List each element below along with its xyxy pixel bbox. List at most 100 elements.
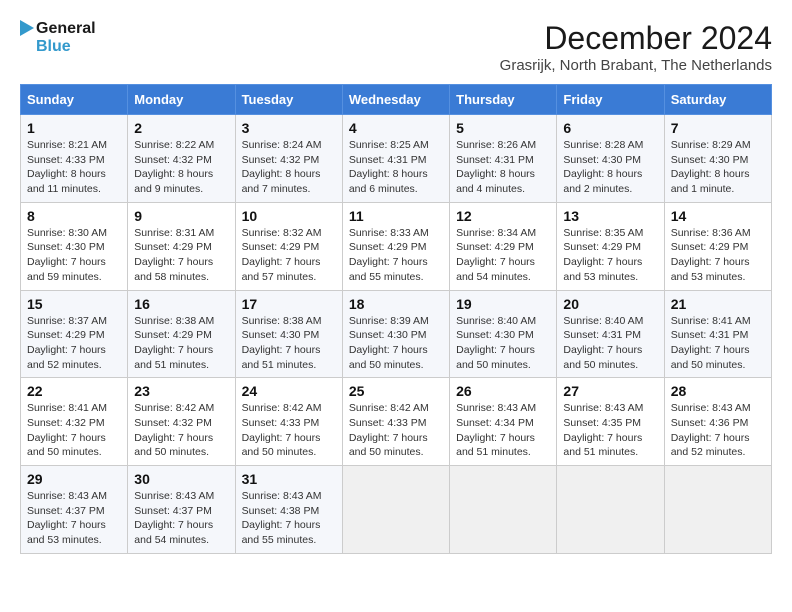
day-number: 21 <box>671 296 765 312</box>
logo-icon <box>20 20 34 56</box>
day-number: 6 <box>563 120 657 136</box>
cell-info: Sunrise: 8:42 AM Sunset: 4:33 PM Dayligh… <box>349 401 443 460</box>
day-number: 17 <box>242 296 336 312</box>
cell-info: Sunrise: 8:38 AM Sunset: 4:29 PM Dayligh… <box>134 314 228 373</box>
cell-info: Sunrise: 8:31 AM Sunset: 4:29 PM Dayligh… <box>134 226 228 285</box>
calendar-cell <box>342 466 449 554</box>
calendar-cell: 30 Sunrise: 8:43 AM Sunset: 4:37 PM Dayli… <box>128 466 235 554</box>
logo-general: General <box>36 20 96 38</box>
cell-info: Sunrise: 8:32 AM Sunset: 4:29 PM Dayligh… <box>242 226 336 285</box>
day-number: 26 <box>456 383 550 399</box>
calendar-week-row: 15 Sunrise: 8:37 AM Sunset: 4:29 PM Dayli… <box>21 290 772 378</box>
cell-info: Sunrise: 8:39 AM Sunset: 4:30 PM Dayligh… <box>349 314 443 373</box>
day-number: 4 <box>349 120 443 136</box>
page-header: General Blue December 2024 Grasrijk, Nor… <box>20 20 772 74</box>
day-number: 28 <box>671 383 765 399</box>
cell-info: Sunrise: 8:21 AM Sunset: 4:33 PM Dayligh… <box>27 138 121 197</box>
calendar-cell: 6 Sunrise: 8:28 AM Sunset: 4:30 PM Daylig… <box>557 115 664 203</box>
day-number: 7 <box>671 120 765 136</box>
calendar-cell: 25 Sunrise: 8:42 AM Sunset: 4:33 PM Dayli… <box>342 378 449 466</box>
cell-info: Sunrise: 8:37 AM Sunset: 4:29 PM Dayligh… <box>27 314 121 373</box>
calendar-cell: 3 Sunrise: 8:24 AM Sunset: 4:32 PM Daylig… <box>235 115 342 203</box>
calendar-cell: 28 Sunrise: 8:43 AM Sunset: 4:36 PM Dayli… <box>664 378 771 466</box>
calendar-week-row: 22Sunrise: 8:41 AM Sunset: 4:32 PM Dayli… <box>21 378 772 466</box>
cell-info: Sunrise: 8:26 AM Sunset: 4:31 PM Dayligh… <box>456 138 550 197</box>
calendar-cell <box>557 466 664 554</box>
day-number: 24 <box>242 383 336 399</box>
calendar-cell: 31 Sunrise: 8:43 AM Sunset: 4:38 PM Dayli… <box>235 466 342 554</box>
calendar-cell: 24 Sunrise: 8:42 AM Sunset: 4:33 PM Dayli… <box>235 378 342 466</box>
month-title: December 2024 <box>500 20 772 57</box>
cell-info: Sunrise: 8:42 AM Sunset: 4:32 PM Dayligh… <box>134 401 228 460</box>
cell-info: Sunrise: 8:38 AM Sunset: 4:30 PM Dayligh… <box>242 314 336 373</box>
day-number: 15 <box>27 296 121 312</box>
calendar-week-row: 1Sunrise: 8:21 AM Sunset: 4:33 PM Daylig… <box>21 115 772 203</box>
calendar-table: Sunday Monday Tuesday Wednesday Thursday… <box>20 84 772 554</box>
cell-info: Sunrise: 8:43 AM Sunset: 4:38 PM Dayligh… <box>242 489 336 548</box>
cell-info: Sunrise: 8:33 AM Sunset: 4:29 PM Dayligh… <box>349 226 443 285</box>
cell-info: Sunrise: 8:34 AM Sunset: 4:29 PM Dayligh… <box>456 226 550 285</box>
day-number: 3 <box>242 120 336 136</box>
cell-info: Sunrise: 8:41 AM Sunset: 4:31 PM Dayligh… <box>671 314 765 373</box>
calendar-cell: 7 Sunrise: 8:29 AM Sunset: 4:30 PM Daylig… <box>664 115 771 203</box>
cell-info: Sunrise: 8:40 AM Sunset: 4:30 PM Dayligh… <box>456 314 550 373</box>
calendar-week-row: 8 Sunrise: 8:30 AM Sunset: 4:30 PM Daylig… <box>21 202 772 290</box>
cell-info: Sunrise: 8:41 AM Sunset: 4:32 PM Dayligh… <box>27 401 121 460</box>
day-number: 8 <box>27 208 121 224</box>
header-monday: Monday <box>128 85 235 115</box>
cell-info: Sunrise: 8:43 AM Sunset: 4:37 PM Dayligh… <box>134 489 228 548</box>
day-number: 31 <box>242 471 336 487</box>
calendar-cell: 17 Sunrise: 8:38 AM Sunset: 4:30 PM Dayli… <box>235 290 342 378</box>
calendar-cell: 9 Sunrise: 8:31 AM Sunset: 4:29 PM Daylig… <box>128 202 235 290</box>
cell-info: Sunrise: 8:25 AM Sunset: 4:31 PM Dayligh… <box>349 138 443 197</box>
calendar-cell: 8 Sunrise: 8:30 AM Sunset: 4:30 PM Daylig… <box>21 202 128 290</box>
calendar-cell: 19 Sunrise: 8:40 AM Sunset: 4:30 PM Dayli… <box>450 290 557 378</box>
calendar-cell: 18 Sunrise: 8:39 AM Sunset: 4:30 PM Dayli… <box>342 290 449 378</box>
day-number: 19 <box>456 296 550 312</box>
title-block: December 2024 Grasrijk, North Brabant, T… <box>500 20 772 74</box>
calendar-cell: 22Sunrise: 8:41 AM Sunset: 4:32 PM Dayli… <box>21 378 128 466</box>
day-number: 25 <box>349 383 443 399</box>
day-number: 23 <box>134 383 228 399</box>
cell-info: Sunrise: 8:43 AM Sunset: 4:37 PM Dayligh… <box>27 489 121 548</box>
header-friday: Friday <box>557 85 664 115</box>
header-thursday: Thursday <box>450 85 557 115</box>
day-number: 9 <box>134 208 228 224</box>
day-number: 13 <box>563 208 657 224</box>
calendar-body: 1Sunrise: 8:21 AM Sunset: 4:33 PM Daylig… <box>21 115 772 554</box>
header-row: Sunday Monday Tuesday Wednesday Thursday… <box>21 85 772 115</box>
cell-info: Sunrise: 8:40 AM Sunset: 4:31 PM Dayligh… <box>563 314 657 373</box>
calendar-cell: 10 Sunrise: 8:32 AM Sunset: 4:29 PM Dayli… <box>235 202 342 290</box>
day-number: 16 <box>134 296 228 312</box>
logo-blue: Blue <box>36 38 96 56</box>
cell-info: Sunrise: 8:30 AM Sunset: 4:30 PM Dayligh… <box>27 226 121 285</box>
calendar-cell: 26 Sunrise: 8:43 AM Sunset: 4:34 PM Dayli… <box>450 378 557 466</box>
day-number: 12 <box>456 208 550 224</box>
day-number: 27 <box>563 383 657 399</box>
calendar-cell: 12 Sunrise: 8:34 AM Sunset: 4:29 PM Dayli… <box>450 202 557 290</box>
day-number: 30 <box>134 471 228 487</box>
calendar-header: Sunday Monday Tuesday Wednesday Thursday… <box>21 85 772 115</box>
cell-info: Sunrise: 8:43 AM Sunset: 4:36 PM Dayligh… <box>671 401 765 460</box>
cell-info: Sunrise: 8:29 AM Sunset: 4:30 PM Dayligh… <box>671 138 765 197</box>
calendar-cell: 29 Sunrise: 8:43 AM Sunset: 4:37 PM Dayli… <box>21 466 128 554</box>
logo: General Blue <box>20 20 96 56</box>
header-sunday: Sunday <box>21 85 128 115</box>
cell-info: Sunrise: 8:22 AM Sunset: 4:32 PM Dayligh… <box>134 138 228 197</box>
day-number: 29 <box>27 471 121 487</box>
calendar-cell: 11Sunrise: 8:33 AM Sunset: 4:29 PM Dayli… <box>342 202 449 290</box>
cell-info: Sunrise: 8:28 AM Sunset: 4:30 PM Dayligh… <box>563 138 657 197</box>
day-number: 20 <box>563 296 657 312</box>
calendar-cell: 13Sunrise: 8:35 AM Sunset: 4:29 PM Dayli… <box>557 202 664 290</box>
cell-info: Sunrise: 8:24 AM Sunset: 4:32 PM Dayligh… <box>242 138 336 197</box>
calendar-week-row: 29 Sunrise: 8:43 AM Sunset: 4:37 PM Dayli… <box>21 466 772 554</box>
calendar-cell: 21 Sunrise: 8:41 AM Sunset: 4:31 PM Dayli… <box>664 290 771 378</box>
calendar-cell: 16 Sunrise: 8:38 AM Sunset: 4:29 PM Dayli… <box>128 290 235 378</box>
day-number: 5 <box>456 120 550 136</box>
cell-info: Sunrise: 8:43 AM Sunset: 4:34 PM Dayligh… <box>456 401 550 460</box>
location-title: Grasrijk, North Brabant, The Netherlands <box>500 57 772 74</box>
header-wednesday: Wednesday <box>342 85 449 115</box>
day-number: 18 <box>349 296 443 312</box>
cell-info: Sunrise: 8:42 AM Sunset: 4:33 PM Dayligh… <box>242 401 336 460</box>
day-number: 10 <box>242 208 336 224</box>
